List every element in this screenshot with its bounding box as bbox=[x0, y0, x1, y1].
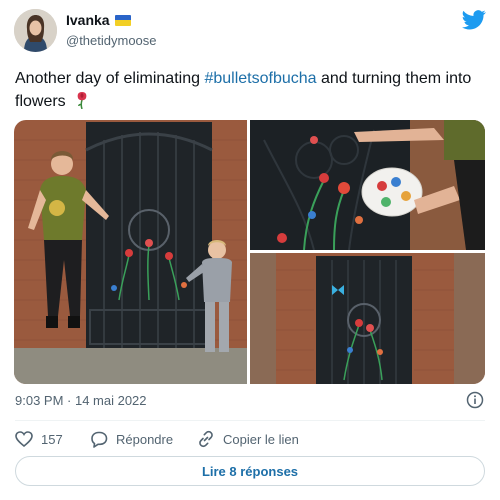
twitter-bird-icon[interactable] bbox=[462, 10, 486, 30]
reply-button[interactable]: Répondre bbox=[90, 428, 173, 450]
copy-link-button[interactable]: Copier le lien bbox=[197, 428, 299, 450]
read-replies-button[interactable]: Lire 8 réponses bbox=[15, 456, 485, 486]
avatar[interactable] bbox=[14, 9, 57, 52]
link-icon bbox=[199, 430, 213, 448]
ukraine-flag-icon bbox=[114, 14, 131, 26]
info-icon[interactable] bbox=[466, 391, 484, 409]
author-name[interactable]: Ivanka bbox=[66, 12, 110, 28]
copy-link-label: Copier le lien bbox=[223, 431, 299, 447]
tweet-text-start: Another day of eliminating bbox=[15, 70, 205, 87]
tweet-media-grid[interactable] bbox=[14, 120, 485, 384]
reply-label: Répondre bbox=[116, 431, 174, 447]
divider bbox=[15, 420, 485, 421]
read-replies-label: Lire 8 réponses bbox=[201, 463, 299, 479]
speech-bubble-icon bbox=[91, 431, 108, 448]
photo-painting-gate[interactable] bbox=[250, 120, 485, 251]
author-handle[interactable]: @thetidymoose bbox=[66, 33, 157, 48]
tweet-timestamp[interactable]: 9:03 PM · 14 mai 2022 bbox=[15, 393, 147, 408]
author-name-row[interactable]: Ivanka bbox=[66, 12, 131, 28]
tweet-card: Ivanka @thetidymoose Another day of elim… bbox=[0, 0, 500, 500]
photo-finished-gate[interactable] bbox=[250, 253, 485, 384]
rose-emoji-icon bbox=[77, 92, 87, 109]
like-count: 157 bbox=[41, 431, 63, 447]
like-button[interactable]: 157 bbox=[15, 428, 63, 450]
tweet-text: Another day of eliminating #bulletsofbuc… bbox=[15, 67, 485, 113]
photo-woman-child-gate[interactable] bbox=[14, 120, 247, 384]
heart-icon bbox=[15, 431, 33, 447]
hashtag-link[interactable]: #bulletsofbucha bbox=[204, 70, 316, 87]
